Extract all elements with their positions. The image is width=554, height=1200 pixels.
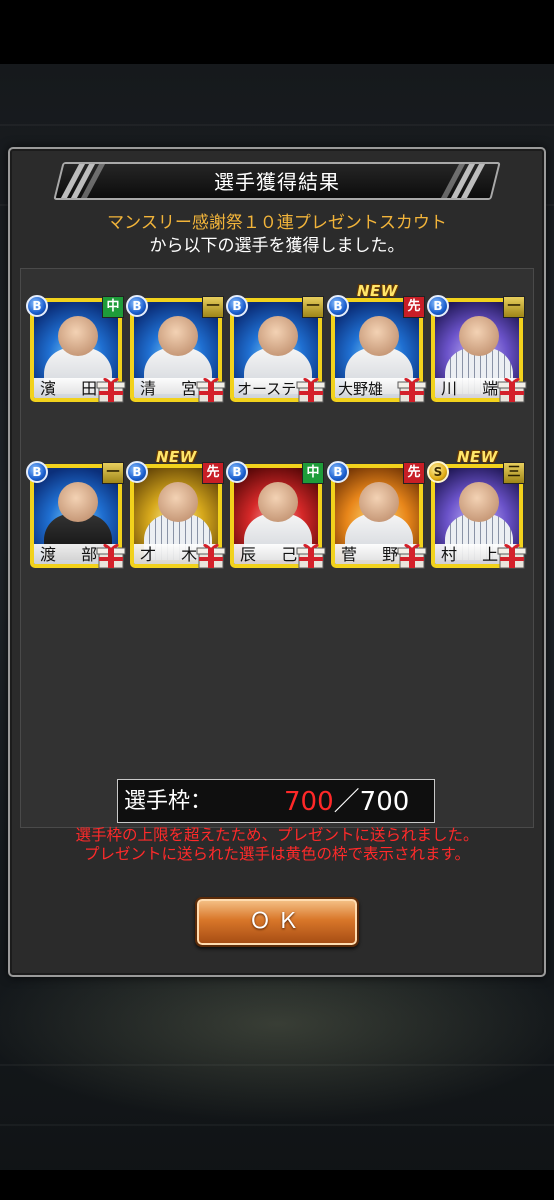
position-badge: 先 [202,462,224,484]
rank-badge: S [427,461,449,483]
player-card[interactable]: 渡 部B一 [26,461,126,569]
player-card[interactable]: 辰 己B中 [226,461,326,569]
player-portrait [158,316,198,356]
dialog-title: 選手獲得結果 [214,170,340,194]
player-card[interactable]: 川 端B一 [427,295,527,403]
gift-box-icon [196,540,226,570]
new-tag: NEW [457,448,498,466]
gift-box-icon [497,374,527,404]
player-portrait [459,316,499,356]
position-badge: 中 [302,462,324,484]
scout-name: マンスリー感謝祭１０連プレゼントスカウト [107,213,447,233]
rank-badge: B [226,461,248,483]
rank-badge: B [126,461,148,483]
player-card[interactable]: 菅 野B先 [327,461,427,569]
rank-badge: B [427,295,449,317]
player-portrait [58,316,98,356]
roster-slots-value: 700／700 [284,786,409,818]
position-badge: 中 [102,296,124,318]
gift-box-icon [397,374,427,404]
roster-current: 700 [284,787,334,817]
player-portrait [359,482,399,522]
position-badge: 一 [202,296,224,318]
rank-badge: B [327,295,349,317]
gift-box-icon [397,540,427,570]
position-badge: 一 [503,296,525,318]
result-message: から以下の選手を獲得しました。 [149,236,405,256]
ok-button[interactable]: ＯＫ [195,897,359,947]
player-card[interactable]: オーステ B 一 [226,295,326,403]
gift-box-icon [96,374,126,404]
position-badge: 一 [102,462,124,484]
player-card[interactable]: 濱 田B中 [26,295,126,403]
player-card[interactable]: 村 上 S 三 NEW [427,448,527,569]
player-portrait [258,316,298,356]
player-card[interactable]: 清 宮B一 [126,295,226,403]
player-portrait [58,482,98,522]
gift-box-icon [296,540,326,570]
gift-box-icon [497,540,527,570]
status-bar [0,0,554,64]
gift-box-icon [296,374,326,404]
position-badge: 先 [403,296,425,318]
rank-badge: B [327,461,349,483]
player-card[interactable]: 才 木 B 先 NEW [126,448,226,569]
position-badge: 三 [503,462,525,484]
gift-box-icon [96,540,126,570]
rank-badge: B [226,295,248,317]
player-portrait [258,482,298,522]
gift-box-icon [196,374,226,404]
new-tag: NEW [156,448,197,466]
rank-badge: B [126,295,148,317]
roster-slots-label: 選手枠： [124,789,213,814]
player-portrait [359,316,399,356]
roster-separator: ／ [333,787,360,817]
overflow-notice-line1: 選手枠の上限を超えたため、プレゼントに送られました。 [75,826,479,844]
new-tag: NEW [357,282,398,300]
roster-max: 700 [359,787,410,817]
player-portrait [158,482,198,522]
rank-badge: B [26,461,48,483]
navigation-bar [0,1170,554,1200]
position-badge: 一 [302,296,324,318]
overflow-notice-line2: プレゼントに送られた選手は黄色の枠で表示されます。 [84,845,470,863]
position-badge: 先 [403,462,425,484]
player-card[interactable]: 大野雄 B 先 NEW [327,282,427,403]
player-portrait [459,482,499,522]
rank-badge: B [26,295,48,317]
